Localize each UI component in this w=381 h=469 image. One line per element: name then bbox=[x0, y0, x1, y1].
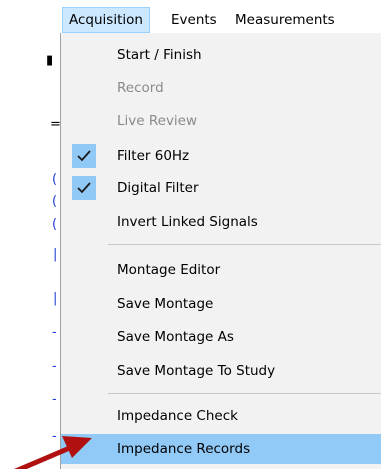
red-arrow-icon bbox=[14, 436, 92, 469]
menu-separator bbox=[108, 393, 381, 394]
menu-events[interactable]: Events bbox=[171, 8, 217, 32]
menu-separator bbox=[108, 244, 381, 245]
menu-item-label: Digital Filter bbox=[117, 180, 199, 196]
menu-measurements[interactable]: Measurements bbox=[235, 8, 335, 32]
menu-item-label: Filter 60Hz bbox=[117, 148, 190, 164]
